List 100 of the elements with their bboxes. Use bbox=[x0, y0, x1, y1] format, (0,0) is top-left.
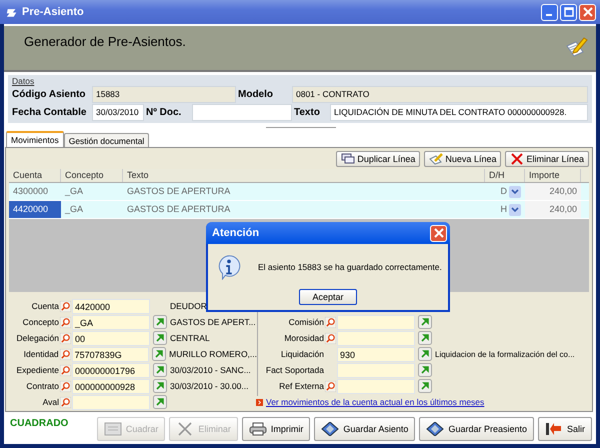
input-field[interactable] bbox=[72, 394, 150, 410]
column-header[interactable]: D/H bbox=[485, 169, 525, 182]
input-field[interactable]: 4420000 bbox=[72, 298, 150, 314]
field-label: Expediente bbox=[15, 365, 59, 375]
field-label: Nº Doc. bbox=[146, 106, 182, 118]
text-field[interactable]: 30/03/2010 bbox=[92, 104, 144, 120]
input-field[interactable]: 00 bbox=[72, 330, 150, 346]
action-button[interactable]: Guardar Asiento bbox=[314, 417, 416, 441]
maximize-button[interactable] bbox=[560, 4, 577, 20]
dropdown-button[interactable] bbox=[509, 186, 521, 198]
text-field[interactable]: 0801 - CONTRATO bbox=[292, 86, 588, 102]
status-text: CUADRADO bbox=[10, 418, 68, 429]
search-icon[interactable] bbox=[60, 316, 71, 328]
arrow-button[interactable] bbox=[153, 331, 167, 345]
maximize-icon bbox=[564, 7, 574, 17]
minimize-icon bbox=[546, 14, 552, 16]
search-icon[interactable] bbox=[60, 348, 71, 360]
text-field[interactable]: LIQUIDACIÓN DE MINUTA DEL CONTRATO 000000000928. bbox=[330, 104, 588, 120]
field-label: Aval bbox=[42, 397, 59, 407]
table-cell: 240,00 bbox=[525, 201, 581, 218]
input-field[interactable]: 000000001796 bbox=[72, 362, 150, 378]
tab[interactable]: Gestión documental bbox=[64, 133, 150, 147]
section-title: Datos bbox=[12, 76, 36, 85]
search-icon[interactable] bbox=[325, 316, 336, 328]
delete-icon bbox=[510, 153, 524, 165]
description-text: Liquidacion de la formalización del co... bbox=[435, 350, 575, 358]
tab[interactable]: Movimientos bbox=[6, 131, 64, 147]
field-label: Código Asiento bbox=[12, 88, 87, 100]
column-header[interactable]: Concepto bbox=[61, 169, 123, 182]
column-header[interactable]: Importe bbox=[525, 169, 581, 182]
table-cell: 240,00 bbox=[525, 183, 581, 200]
link[interactable]: Ver movimientos de la cuenta actual en los últimos meses bbox=[266, 397, 484, 407]
input-field[interactable] bbox=[337, 314, 415, 330]
close-button[interactable] bbox=[430, 224, 447, 242]
toolbar-button[interactable]: Duplicar Línea bbox=[336, 151, 420, 167]
field-label: Contrato bbox=[25, 381, 59, 391]
toolbar-button[interactable]: Nueva Línea bbox=[424, 151, 502, 167]
search-icon[interactable] bbox=[60, 364, 71, 376]
info-icon bbox=[216, 254, 242, 280]
table-cell-text: GASTOS DE APERTURA bbox=[126, 185, 232, 198]
field-label: Delegación bbox=[15, 333, 59, 343]
arrow-button[interactable] bbox=[418, 347, 432, 361]
arrow-button[interactable] bbox=[418, 363, 432, 377]
table-cell-text: H bbox=[500, 203, 508, 216]
field-label: Morosidad bbox=[283, 333, 324, 343]
close-icon bbox=[582, 7, 592, 17]
description-text: 30/03/2010 - 30.00... bbox=[170, 381, 248, 391]
search-icon[interactable] bbox=[325, 332, 336, 344]
input-field[interactable]: 75707839G bbox=[72, 346, 150, 362]
printer-icon bbox=[248, 422, 267, 436]
action-button[interactable]: Guardar Preasiento bbox=[419, 417, 534, 441]
arrow-button[interactable] bbox=[152, 347, 166, 361]
diamond-icon bbox=[321, 422, 340, 436]
field-label: Concepto bbox=[22, 317, 59, 327]
arrow-button[interactable] bbox=[418, 331, 432, 345]
search-icon[interactable] bbox=[60, 332, 71, 344]
search-icon[interactable] bbox=[60, 300, 71, 312]
table-cell-text: _GA bbox=[64, 185, 84, 198]
arrow-button[interactable] bbox=[153, 315, 167, 329]
toolbar-button[interactable]: Eliminar Línea bbox=[505, 151, 589, 167]
action-button[interactable]: Salir bbox=[538, 417, 592, 441]
arrow-button[interactable] bbox=[418, 315, 432, 329]
arrow-button[interactable] bbox=[153, 379, 167, 393]
input-field[interactable]: _GA bbox=[72, 314, 150, 330]
search-icon[interactable] bbox=[325, 380, 336, 392]
dropdown-button[interactable] bbox=[509, 204, 521, 216]
search-icon[interactable] bbox=[60, 396, 71, 408]
arrow-button[interactable] bbox=[418, 379, 432, 393]
column-header[interactable]: Cuenta bbox=[9, 169, 61, 182]
search-icon[interactable] bbox=[60, 380, 71, 392]
field-label: Fecha Contable bbox=[12, 106, 88, 118]
description-text: CENTRAL bbox=[170, 333, 210, 343]
field-label: Identidad bbox=[22, 349, 59, 359]
close-button[interactable] bbox=[579, 4, 596, 20]
window-title: Pre-Asiento bbox=[22, 6, 84, 18]
close-icon bbox=[434, 228, 444, 238]
text-field[interactable] bbox=[192, 104, 292, 120]
arrow-button[interactable] bbox=[153, 363, 167, 377]
delete-icon bbox=[176, 422, 194, 436]
table-cell-text: _GA bbox=[64, 203, 84, 216]
column-header[interactable]: Texto bbox=[123, 169, 485, 182]
input-field[interactable] bbox=[337, 378, 415, 394]
field-label: Liquidación bbox=[280, 349, 324, 359]
field-label: Cuenta bbox=[30, 301, 59, 311]
copy-icon bbox=[341, 153, 356, 165]
input-field[interactable]: 000000000928 bbox=[72, 378, 150, 394]
input-field[interactable] bbox=[337, 362, 415, 378]
text-field[interactable]: 15883 bbox=[92, 86, 236, 102]
input-field[interactable]: 930 bbox=[337, 346, 415, 362]
field-label: Comisión bbox=[288, 317, 324, 327]
minimize-button[interactable] bbox=[541, 4, 558, 20]
field-label: Texto bbox=[294, 106, 321, 118]
document-icon bbox=[104, 422, 122, 436]
arrow-button[interactable] bbox=[153, 395, 167, 409]
accept-button[interactable]: Aceptar bbox=[299, 289, 357, 305]
field-label: Modelo bbox=[238, 88, 274, 100]
action-button[interactable]: Imprimir bbox=[242, 417, 310, 441]
exit-icon bbox=[544, 422, 563, 436]
input-field[interactable] bbox=[337, 330, 415, 346]
app-icon bbox=[6, 6, 18, 18]
